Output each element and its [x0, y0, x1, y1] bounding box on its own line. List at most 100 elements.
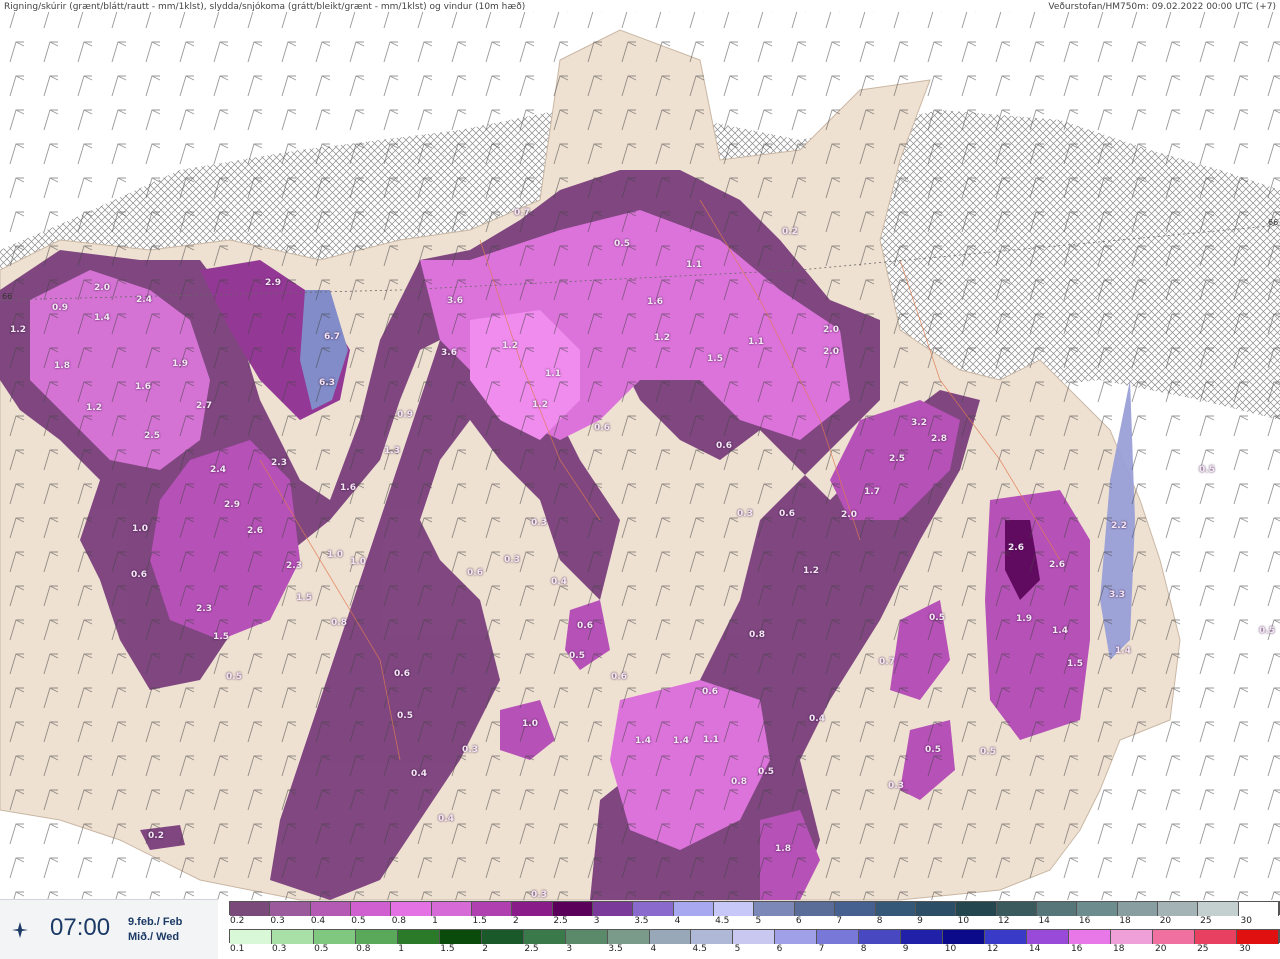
scale-swatch: [835, 902, 876, 916]
map-value-label: 0.9: [52, 303, 68, 313]
map-value-label: 2.6: [247, 526, 263, 536]
map-value-label: 1.8: [775, 844, 791, 854]
scale-swatch: [817, 930, 860, 944]
scale-swatch: [593, 902, 634, 916]
scale-swatch: [794, 902, 836, 916]
map-value-label: 0.7: [514, 208, 530, 218]
map-value-label: 0.5: [929, 613, 945, 623]
scale-swatch: [775, 930, 818, 944]
map-value-label: 1.2: [10, 325, 26, 335]
map-value-label: 2.4: [136, 295, 152, 305]
scale-tick-label: 9: [917, 916, 923, 926]
scale-swatch: [270, 902, 311, 916]
scale-swatch: [691, 930, 734, 944]
map-value-label: 0.4: [551, 577, 567, 587]
scale-swatch: [1036, 902, 1078, 916]
map-value-label: 0.5: [980, 747, 996, 757]
scale-tick-label: 1.5: [472, 916, 487, 926]
map-value-label: 0.3: [737, 509, 753, 519]
wind-vane-icon[interactable]: [10, 920, 30, 940]
scale-swatch: [271, 930, 314, 944]
map-value-label: 0.9: [397, 410, 413, 420]
scale-tick-label: 2.5: [524, 944, 539, 954]
scale-tick-label: 2: [512, 916, 519, 926]
map-value-label: 0.5: [614, 239, 630, 249]
scale-swatch: [1157, 902, 1199, 916]
map-value-label: 1.0: [522, 719, 538, 729]
scale-tick-label: 0.5: [314, 944, 329, 954]
scale-tick-label: 2.5: [553, 916, 568, 926]
map-value-label: 0.3: [531, 890, 547, 900]
map-value-label: 2.0: [841, 510, 857, 520]
time-panel: 07:00 9.feb./ Feb Mið./ Wed: [0, 899, 218, 959]
map-value-label: 0.4: [438, 814, 454, 824]
scale-swatch: [733, 930, 776, 944]
scale-tick-label: 0.3: [272, 944, 287, 954]
scale-swatch: [552, 902, 594, 916]
scale-swatch: [313, 930, 356, 944]
scale-swatch: [431, 902, 473, 916]
scale-tick-label: 0.3: [270, 916, 285, 926]
scale-tick-label: 10: [957, 916, 970, 926]
scale-tick-label: 3.5: [608, 944, 623, 954]
scale-tick-label: 0.1: [230, 944, 245, 954]
scale-tick-label: 5: [734, 944, 741, 954]
scale-tick-label: 8: [860, 944, 867, 954]
scale-swatch: [875, 902, 916, 916]
map-value-label: 2.0: [823, 347, 839, 357]
map-value-label: 1.2: [86, 403, 102, 413]
map-value-label: 1.4: [1115, 646, 1131, 656]
map-value-label: 0.3: [462, 745, 478, 755]
map-value-label: 0.5: [1259, 626, 1275, 636]
map-value-label: 0.6: [611, 672, 627, 682]
scale-tick-label: 25: [1200, 916, 1212, 926]
scale-tick-label: 3: [566, 944, 573, 954]
scale-tick-label: 6: [795, 916, 802, 926]
scale-swatch: [901, 930, 944, 944]
forecast-time: 07:00: [50, 914, 111, 941]
map-value-label: 0.5: [397, 711, 413, 721]
scale-tick-label: 1.5: [440, 944, 455, 954]
scale-tick-label: 4: [650, 944, 657, 954]
scale-swatch: [1027, 930, 1070, 944]
scale-tick-label: 4.5: [692, 944, 707, 954]
map-value-label: 0.6: [131, 570, 147, 580]
map-value-label: 1.7: [864, 487, 880, 497]
map-value-label: 2.4: [210, 465, 226, 475]
scale-swatch: [439, 930, 482, 944]
scale-tick-label: 16: [1078, 916, 1091, 926]
map-value-label: 0.7: [879, 657, 895, 667]
map-value-label: 0.4: [411, 769, 427, 779]
map-value-label: 6.7: [324, 332, 340, 342]
map-value-label: 1.9: [1016, 614, 1032, 624]
scale-swatch: [351, 902, 392, 916]
map-value-label: 1.0: [327, 550, 343, 560]
scale-tick-label: 1: [398, 944, 404, 954]
map-value-label: 0.8: [331, 618, 347, 628]
map-value-label: 1.4: [635, 736, 651, 746]
map-value-label: 1.8: [54, 361, 70, 371]
map-value-label: 2.0: [823, 325, 839, 335]
scale-tick-label: 10: [944, 944, 957, 954]
scale-swatch: [391, 902, 432, 916]
scale-tick-label: 8: [876, 916, 883, 926]
map-value-label: 0.8: [731, 777, 747, 787]
scale-tick-label: 7: [836, 916, 843, 926]
scale-tick-label: 20: [1155, 944, 1167, 954]
map-value-label: 1.0: [350, 557, 366, 567]
map-value-label: 2.3: [271, 458, 287, 468]
scale-tick-label: 30: [1239, 944, 1251, 954]
rain-color-scale: [229, 929, 1280, 944]
map-value-label: 2.3: [286, 561, 302, 571]
scale-tick-label: 12: [998, 916, 1010, 926]
scale-tick-label: 4: [674, 916, 681, 926]
scale-tick-label: 0.5: [351, 916, 366, 926]
scale-swatch: [1069, 930, 1112, 944]
map-value-label: 0.5: [226, 672, 242, 682]
scale-tick-label: 25: [1197, 944, 1209, 954]
map-value-label: 3.3: [1109, 590, 1125, 600]
scale-swatch: [996, 902, 1037, 916]
map-value-label: 0.3: [531, 518, 547, 528]
scale-swatch: [1152, 930, 1195, 944]
map-value-label: 1.5: [1067, 659, 1083, 669]
